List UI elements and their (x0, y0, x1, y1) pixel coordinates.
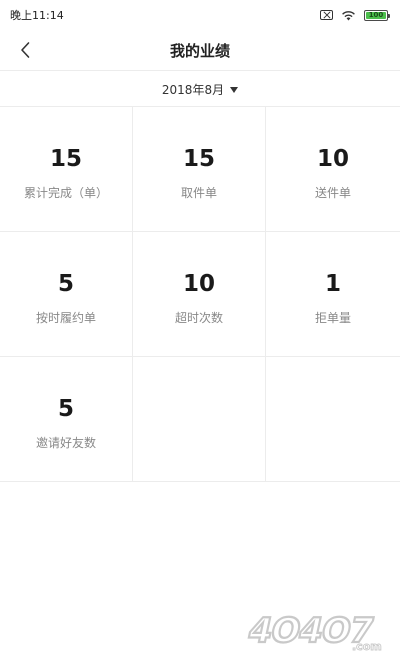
stat-cell-rejected-orders: 1 拒单量 (266, 232, 400, 357)
stat-label: 邀请好友数 (35, 436, 96, 450)
status-icons: 100 (320, 9, 390, 21)
nav-bar: 我的业绩 (0, 30, 400, 70)
stat-cell-on-time-orders: 5 按时履约单 (0, 232, 133, 357)
stat-label: 取件单 (180, 186, 217, 200)
stat-label: 按时履约单 (35, 311, 96, 325)
stat-value: 10 (182, 271, 215, 297)
status-bar: 晚上11:14 100 (0, 0, 400, 30)
stat-label: 拒单量 (314, 311, 351, 325)
stat-cell-timeout-count: 10 超时次数 (133, 232, 266, 357)
stat-label: 累计完成（单） (23, 186, 108, 200)
wifi-icon (342, 10, 355, 20)
stat-label: 超时次数 (174, 311, 223, 325)
stat-value: 10 (316, 146, 349, 172)
status-time: 晚上11:14 (10, 9, 64, 22)
month-selector[interactable]: 2018年8月 (0, 75, 400, 103)
stat-value: 5 (57, 396, 74, 422)
stats-grid: 15 累计完成（单） 15 取件单 10 送件单 5 按时履约单 10 超时次数… (0, 107, 400, 482)
stat-cell-pickup-orders: 15 取件单 (133, 107, 266, 232)
back-button[interactable] (10, 35, 40, 65)
stat-value: 1 (324, 271, 341, 297)
stat-value: 15 (182, 146, 215, 172)
stat-cell-invited-friends: 5 邀请好友数 (0, 357, 133, 482)
sim-card-x-icon (320, 10, 333, 20)
svg-text:.com: .com (352, 640, 382, 653)
stat-value: 15 (49, 146, 82, 172)
stat-cell-delivery-orders: 10 送件单 (266, 107, 400, 232)
chevron-left-icon (21, 42, 30, 58)
stat-cell-empty (133, 357, 266, 482)
page-title: 我的业绩 (169, 41, 230, 60)
battery-level: 100 (366, 11, 386, 19)
stat-cell-total-completed: 15 累计完成（单） (0, 107, 133, 232)
header-divider (0, 70, 400, 71)
month-value: 2018年8月 (161, 82, 225, 97)
stat-label: 送件单 (314, 186, 351, 200)
caret-down-icon (230, 86, 239, 93)
stat-value: 5 (57, 271, 74, 297)
watermark-logo: 4O4O7 .com (243, 610, 382, 653)
battery-icon: 100 (364, 9, 390, 21)
stat-cell-empty (266, 357, 400, 482)
